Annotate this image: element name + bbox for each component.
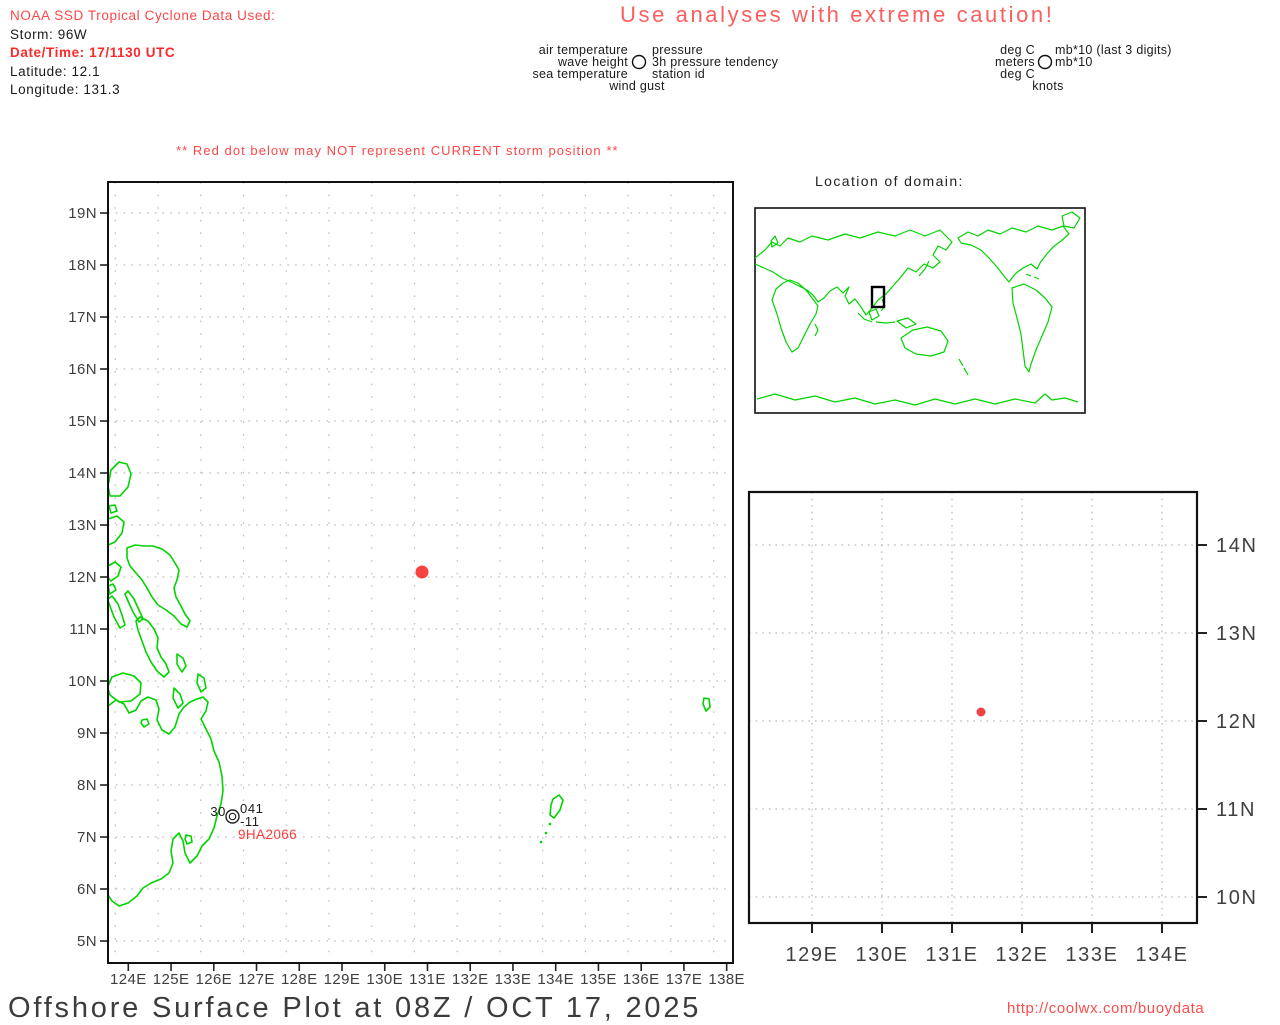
detail-lon-tick-label: 134E	[1135, 944, 1188, 966]
detail-map-frame	[747, 490, 1199, 925]
lat-tick-label: 7N	[77, 829, 97, 846]
lon-tick-label: 135E	[580, 971, 617, 988]
lat-tick-label: 6N	[77, 881, 97, 898]
coastline-path-mindanao	[107, 696, 224, 907]
detail-lat-tick-label: 14N	[1216, 535, 1258, 557]
coastline-path	[184, 834, 193, 845]
islet-dot	[544, 831, 548, 835]
coastline-new-guinea	[896, 317, 917, 329]
detail-lat-tick-label: 13N	[1216, 623, 1258, 645]
coastline-path	[108, 504, 118, 514]
station-inner-circle-icon	[228, 812, 237, 821]
lon-tick-label: 137E	[666, 971, 703, 988]
detail-lon-tick-label: 129E	[785, 944, 838, 966]
coastline-path	[702, 697, 711, 712]
station-circle-icon	[1037, 54, 1053, 70]
legend-units-wind-gust: knots	[1032, 79, 1063, 93]
coastline-caribbean	[1025, 273, 1040, 280]
station-circle-icon	[225, 809, 240, 824]
coastline-greenland	[1061, 211, 1081, 229]
lat-tick-label: 16N	[68, 361, 97, 378]
islet-dot	[539, 840, 543, 844]
main-map-axes: 124E 125E 126E 127E 128E 129E 130E 131E 132E 133E…	[68, 182, 745, 988]
detail-lon-tick-label: 131E	[925, 944, 978, 966]
station-plot-9HA2066: 30 041 -11 9HA2066	[210, 801, 297, 842]
plot-canvas: air temperature pressure wave height 3h …	[68, 43, 1258, 988]
coastline-path	[107, 461, 132, 497]
detail-lon-tick-label: 132E	[995, 944, 1048, 966]
lon-tick-label: 131E	[409, 971, 446, 988]
lon-tick-label: 129E	[324, 971, 361, 988]
lon-tick-label: 126E	[195, 971, 232, 988]
detail-map-axes: 129E 130E 131E 132E 133E 134E 14N 13N 12N 11N 10N	[749, 492, 1258, 966]
lat-tick-label: 5N	[77, 933, 97, 950]
lat-tick-label: 15N	[68, 413, 97, 430]
coastline-new-zealand	[958, 358, 969, 376]
world-location-inset	[754, 207, 1086, 414]
coastline-antarctica	[756, 393, 1079, 406]
lon-tick-label: 125E	[153, 971, 190, 988]
storm-position-dot-detail	[976, 707, 986, 717]
lat-tick-label: 12N	[68, 569, 97, 586]
legend-wind-gust: wind gust	[608, 79, 665, 93]
coastline-path	[107, 595, 126, 629]
lat-tick-label: 13N	[68, 517, 97, 534]
station-air-temp: 30	[210, 804, 226, 819]
lat-tick-label: 8N	[77, 777, 97, 794]
coastline-africa	[771, 279, 819, 353]
coastline-japan	[918, 260, 930, 277]
lat-tick-label: 11N	[69, 621, 97, 638]
lon-tick-label: 128E	[281, 971, 318, 988]
detail-lat-tick-label: 10N	[1216, 887, 1258, 909]
coastline-path	[135, 616, 170, 678]
coastline-australia	[900, 326, 949, 357]
station-id-label: 9HA2066	[238, 827, 297, 842]
lat-tick-label: 17N	[68, 309, 97, 326]
lon-tick-label: 136E	[623, 971, 660, 988]
coastline-north-america	[957, 225, 1070, 283]
station-model-legend-units: deg C mb*10 (last 3 digits) meters mb*10…	[995, 43, 1171, 93]
lat-tick-label: 14N	[68, 465, 97, 482]
lat-tick-label: 10N	[68, 673, 97, 690]
detail-lat-tick-label: 11N	[1216, 799, 1256, 821]
lon-tick-label: 127E	[238, 971, 275, 988]
lon-tick-label: 134E	[537, 971, 574, 988]
lon-tick-label: 130E	[366, 971, 403, 988]
lon-tick-label: 124E	[110, 971, 147, 988]
lat-tick-label: 19N	[68, 205, 97, 222]
coastline-path	[176, 653, 187, 673]
coastline-path	[172, 687, 184, 709]
station-model-legend-labels: air temperature pressure wave height 3h …	[532, 43, 778, 93]
coastline-madagascar	[814, 323, 819, 337]
coastline-path	[107, 561, 122, 582]
lat-tick-label: 9N	[77, 725, 97, 742]
coastline-path	[140, 718, 150, 728]
coastline-path	[107, 515, 125, 546]
islet-dot	[548, 822, 552, 826]
world-coastlines	[754, 211, 1081, 406]
detail-lat-tick-label: 12N	[1216, 711, 1258, 733]
lon-tick-label: 132E	[452, 971, 489, 988]
coastline-path	[107, 672, 142, 703]
coastline-south-america	[1011, 283, 1053, 373]
coastline-path-palau	[549, 794, 564, 819]
lon-tick-label: 138E	[708, 971, 745, 988]
main-map-coastlines	[107, 461, 711, 907]
detail-lon-tick-label: 130E	[855, 944, 908, 966]
storm-position-dot	[415, 565, 429, 579]
station-circle-icon	[631, 54, 647, 70]
lon-tick-label: 133E	[495, 971, 532, 988]
detail-lon-tick-label: 133E	[1065, 944, 1118, 966]
legend-units-pressure-tendency: mb*10	[1055, 55, 1093, 69]
world-map-frame	[754, 207, 1086, 414]
lat-tick-label: 18N	[68, 257, 97, 274]
legend-units-sea-temperature: deg C	[1000, 67, 1035, 81]
coastline-path	[196, 673, 207, 693]
